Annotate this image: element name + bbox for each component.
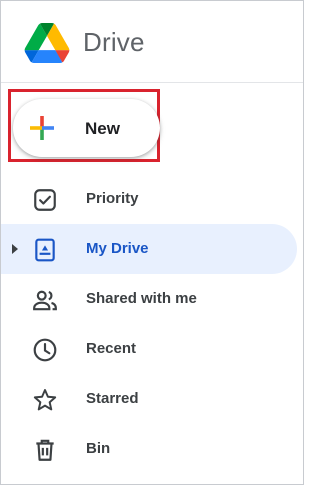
- nav-item-my-drive[interactable]: My Drive: [1, 224, 297, 274]
- clock-icon: [33, 338, 57, 362]
- nav-item-recent[interactable]: Recent: [1, 324, 297, 374]
- new-button-label: New: [85, 119, 120, 138]
- priority-check-icon: [34, 189, 56, 211]
- my-drive-icon: [35, 238, 55, 262]
- nav-label-priority: Priority: [86, 190, 139, 207]
- nav-label-recent: Recent: [86, 340, 137, 357]
- app-title: Drive: [83, 27, 145, 57]
- app-header: Drive: [1, 1, 303, 83]
- nav-item-shared-with-me[interactable]: Shared with me: [1, 274, 297, 324]
- nav-label-bin: Bin: [86, 440, 111, 457]
- nav-label-starred: Starred: [86, 390, 139, 407]
- nav-item-bin[interactable]: Bin: [1, 424, 297, 474]
- new-button[interactable]: New: [13, 99, 160, 157]
- people-icon: [33, 290, 57, 311]
- trash-icon: [36, 439, 54, 461]
- nav-item-priority[interactable]: Priority: [1, 174, 297, 224]
- nav-label-shared-with-me: Shared with me: [86, 290, 197, 307]
- nav-item-starred[interactable]: Starred: [1, 374, 297, 424]
- multicolor-plus-icon: [30, 116, 54, 140]
- drive-sidebar-panel: Drive New Priority My Drive Shared with …: [0, 0, 304, 485]
- star-icon: [33, 389, 57, 411]
- nav-label-my-drive: My Drive: [86, 240, 149, 257]
- google-drive-logo-icon[interactable]: [24, 23, 70, 63]
- expand-caret-icon[interactable]: [12, 244, 18, 254]
